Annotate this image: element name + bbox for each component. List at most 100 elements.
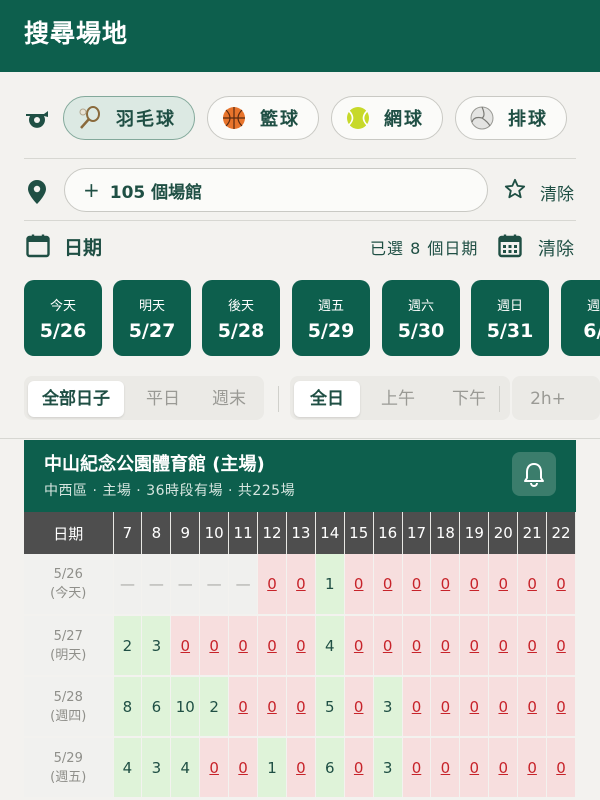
slot-cell: — [228, 554, 259, 616]
slot-cell[interactable]: 5 [315, 676, 345, 738]
day-type-option[interactable]: 週末 [198, 381, 260, 417]
venue-clear-button[interactable]: 清除 [540, 180, 574, 205]
slot-cell[interactable]: 6 [315, 737, 345, 799]
venue-select-input[interactable]: + 105 個場館 [64, 168, 488, 212]
slot-cell[interactable]: 0 [430, 737, 461, 799]
time-of-day-option[interactable]: 全日 [294, 381, 360, 417]
notify-button[interactable] [512, 452, 556, 496]
day-card[interactable]: 明天 5/27 [113, 280, 191, 356]
sport-chip-basketball[interactable]: 籃球 [207, 96, 319, 140]
slot-cell[interactable]: 0 [344, 615, 374, 677]
slot-cell[interactable]: 0 [517, 676, 548, 738]
slot-cell[interactable]: 0 [228, 676, 259, 738]
slot-cell[interactable]: 0 [430, 554, 461, 616]
slot-cell[interactable]: 0 [344, 554, 374, 616]
slot-cell[interactable]: 0 [199, 615, 230, 677]
slot-cell[interactable]: 0 [430, 615, 461, 677]
slot-cell[interactable]: 0 [257, 676, 287, 738]
day-card[interactable]: 今天 5/26 [24, 280, 102, 356]
slot-cell[interactable]: 2 [113, 615, 143, 677]
star-icon[interactable] [504, 178, 526, 200]
slot-cell[interactable]: 3 [373, 676, 403, 738]
time-filter-row: 全部日子 平日 週末 全日 上午 下午 2h+ [24, 376, 600, 422]
slot-cell[interactable]: 0 [402, 615, 432, 677]
column-header-hour: 20 [488, 512, 519, 554]
time-of-day-option[interactable]: 上午 [364, 381, 432, 417]
slot-cell[interactable]: 1 [257, 737, 287, 799]
slot-cell[interactable]: 0 [228, 615, 259, 677]
slot-cell[interactable]: 0 [546, 737, 576, 799]
duration-option[interactable]: 2h+ [516, 381, 580, 417]
slot-cell[interactable]: 0 [546, 615, 576, 677]
time-of-day-option[interactable]: 下午 [432, 381, 506, 417]
slot-cell[interactable]: 6 [141, 676, 172, 738]
slot-cell[interactable]: 0 [257, 615, 287, 677]
sport-chip-badminton[interactable]: 羽毛球 [63, 96, 195, 140]
slot-cell[interactable]: 0 [402, 676, 432, 738]
slot-cell[interactable]: 2 [199, 676, 230, 738]
slot-cell[interactable]: 0 [286, 737, 316, 799]
day-card[interactable]: 後天 5/28 [202, 280, 280, 356]
duration-segment: 2h+ [512, 376, 600, 420]
whistle-icon [26, 111, 48, 128]
slot-cell[interactable]: 0 [286, 615, 316, 677]
slot-cell[interactable]: 0 [286, 554, 316, 616]
slot-cell[interactable]: 0 [373, 615, 403, 677]
slot-cell[interactable]: 0 [517, 554, 548, 616]
slot-cell[interactable]: 4 [113, 737, 143, 799]
day-type-option[interactable]: 平日 [128, 381, 198, 417]
table-header-row: 日期 7 8 9 10 11 12 13 14 15 16 17 18 19 20 21 22 [24, 512, 576, 554]
slot-cell[interactable]: 0 [430, 676, 461, 738]
slot-cell[interactable]: 0 [402, 554, 432, 616]
sport-chip-tennis[interactable]: 網球 [331, 96, 443, 140]
day-type-option[interactable]: 全部日子 [28, 381, 124, 417]
day-type-segment: 全部日子 平日 週末 [24, 376, 264, 420]
slot-cell[interactable]: 0 [546, 554, 576, 616]
sport-chip-volleyball[interactable]: 排球 [455, 96, 567, 140]
slot-cell[interactable]: 0 [199, 737, 230, 799]
slot-cell[interactable]: 0 [459, 615, 490, 677]
slot-cell[interactable]: 0 [488, 737, 519, 799]
date-clear-button[interactable]: 清除 [538, 235, 574, 261]
column-header-hour: 7 [113, 512, 143, 554]
slot-cell[interactable]: 10 [170, 676, 201, 738]
slot-cell[interactable]: 0 [488, 554, 519, 616]
day-card[interactable]: 週五 5/29 [292, 280, 370, 356]
slot-cell[interactable]: 0 [546, 676, 576, 738]
slot-cell[interactable]: 0 [402, 737, 432, 799]
row-date: 5/27 [53, 628, 83, 644]
page-title: 搜尋場地 [24, 19, 129, 48]
slot-cell[interactable]: 0 [344, 737, 374, 799]
column-header-hour: 10 [199, 512, 230, 554]
slot-cell[interactable]: 0 [344, 676, 374, 738]
slot-cell[interactable]: 3 [141, 615, 172, 677]
column-header-hour: 22 [546, 512, 576, 554]
day-card[interactable]: 週六 5/30 [382, 280, 460, 356]
slot-cell[interactable]: 8 [113, 676, 143, 738]
calendar-grid-icon[interactable] [498, 234, 522, 258]
slot-cell[interactable]: 0 [459, 676, 490, 738]
slot-cell[interactable]: 0 [517, 615, 548, 677]
slot-cell[interactable]: 1 [315, 554, 345, 616]
slot-cell[interactable]: 0 [459, 554, 490, 616]
slot-cell[interactable]: 0 [228, 737, 259, 799]
slot-cell[interactable]: 0 [459, 737, 490, 799]
slot-cell[interactable]: 3 [141, 737, 172, 799]
slot-cell[interactable]: 3 [373, 737, 403, 799]
slot-cell[interactable]: 0 [257, 554, 287, 616]
slot-cell[interactable]: 0 [373, 554, 403, 616]
day-date: 5/28 [217, 320, 265, 342]
slot-cell[interactable]: 0 [517, 737, 548, 799]
slot-cell[interactable]: 0 [488, 676, 519, 738]
slot-cell[interactable]: 4 [170, 737, 201, 799]
slot-cell[interactable]: 4 [315, 615, 345, 677]
slot-cell[interactable]: 0 [488, 615, 519, 677]
sport-filter-row: 羽毛球 籃球 網球 排球 [24, 96, 584, 142]
plus-icon: + [83, 178, 100, 202]
slot-cell[interactable]: 0 [286, 676, 316, 738]
app-header: 搜尋場地 [0, 0, 600, 72]
slot-cell[interactable]: 0 [170, 615, 201, 677]
row-date: 5/26 [53, 567, 83, 582]
day-card[interactable]: 週日 5/31 [471, 280, 549, 356]
day-card[interactable]: 週一 6/1 [561, 280, 600, 356]
